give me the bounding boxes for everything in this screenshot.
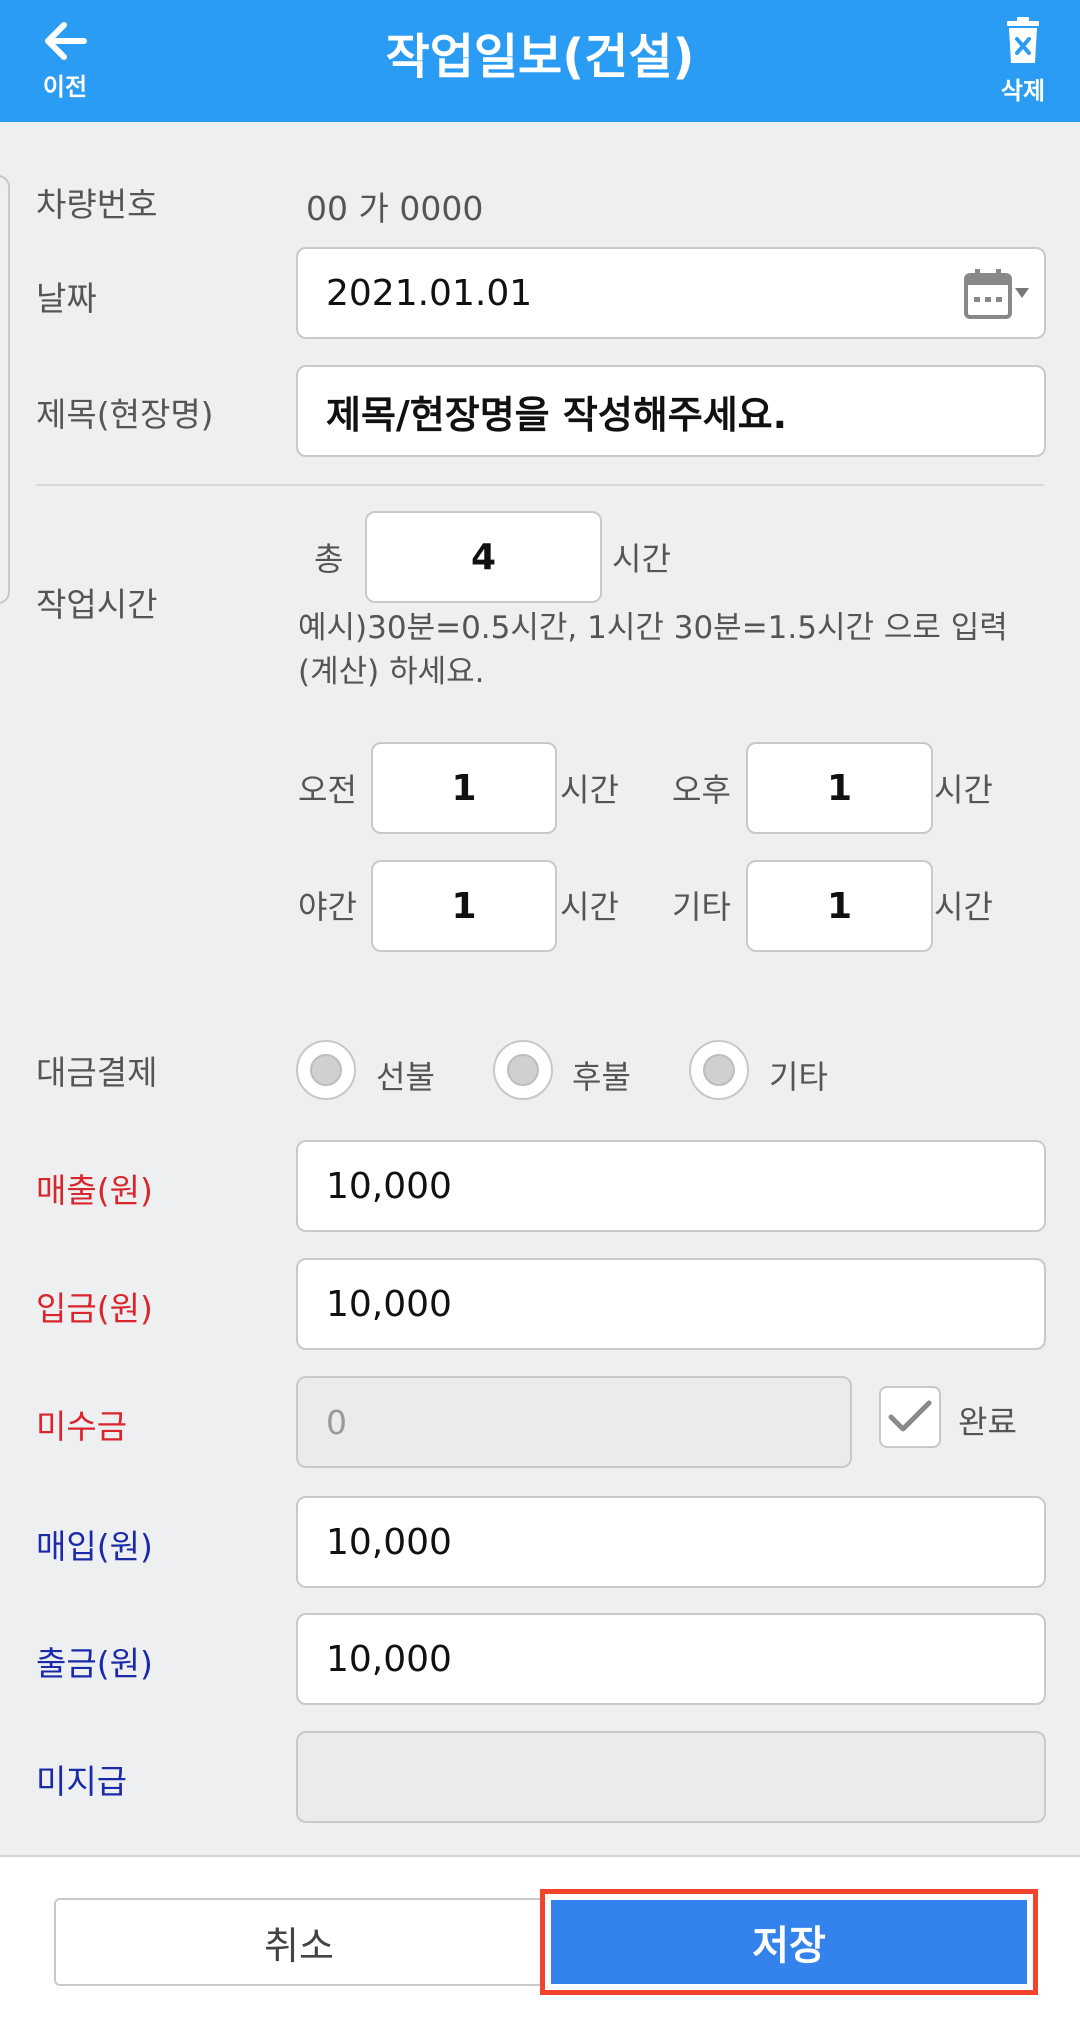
sales-value: 10,000 bbox=[326, 1165, 452, 1207]
radio-dot bbox=[703, 1054, 735, 1086]
complete-label[interactable]: 완료 bbox=[958, 1397, 1017, 1443]
total-prefix: 총 bbox=[314, 540, 344, 578]
title-input[interactable]: 제목/현장명을 작성해주세요. bbox=[296, 365, 1046, 457]
trash-icon bbox=[1007, 16, 1039, 63]
calendar-dropdown[interactable] bbox=[964, 267, 1030, 319]
total-unit: 시간 bbox=[612, 540, 671, 578]
etc-label: 기타 bbox=[672, 888, 731, 926]
deposit-value: 10,000 bbox=[326, 1283, 452, 1325]
other-label[interactable]: 기타 bbox=[769, 1052, 828, 1098]
pm-label: 오후 bbox=[672, 771, 731, 809]
save-button[interactable]: 저장 bbox=[551, 1900, 1027, 1984]
total-hours-input[interactable]: 4 bbox=[365, 511, 602, 603]
title-placeholder: 제목/현장명을 작성해주세요. bbox=[326, 392, 788, 437]
etc-hours-input[interactable]: 1 bbox=[746, 860, 933, 952]
am-hours-value: 1 bbox=[451, 767, 477, 809]
postpaid-label[interactable]: 후불 bbox=[572, 1052, 631, 1098]
page-title: 작업일보(건설) bbox=[385, 29, 695, 85]
complete-checkbox[interactable] bbox=[879, 1386, 941, 1448]
save-button-highlight: 저장 bbox=[540, 1889, 1038, 1995]
save-label: 저장 bbox=[752, 1923, 826, 1969]
payment-label: 대금결제 bbox=[36, 1053, 158, 1092]
am-hours-input[interactable]: 1 bbox=[371, 742, 557, 834]
am-unit: 시간 bbox=[560, 771, 619, 809]
vehicle-number: 00 가 0000 bbox=[306, 189, 484, 228]
section-divider bbox=[36, 484, 1044, 486]
night-unit: 시간 bbox=[560, 888, 619, 926]
title-label: 제목(현장명) bbox=[36, 395, 214, 434]
night-label: 야간 bbox=[298, 888, 357, 926]
unpaid-label: 미지급 bbox=[36, 1762, 128, 1801]
calendar-icon bbox=[964, 269, 1012, 319]
date-value: 2021.01.01 bbox=[326, 272, 533, 314]
purchase-value: 10,000 bbox=[326, 1521, 452, 1563]
cancel-button[interactable]: 취소 bbox=[54, 1898, 544, 1986]
radio-dot bbox=[507, 1054, 539, 1086]
checkmark-icon bbox=[888, 1400, 932, 1432]
chevron-down-icon bbox=[1015, 288, 1029, 298]
work-time-hint: 예시)30분=0.5시간, 1시간 30분=1.5시간 으로 입력(계산) 하세… bbox=[298, 610, 1008, 690]
etc-hours-value: 1 bbox=[826, 885, 853, 927]
deposit-input[interactable]: 10,000 bbox=[296, 1258, 1046, 1350]
night-hours-input[interactable]: 1 bbox=[371, 860, 557, 952]
withdrawal-input[interactable]: 10,000 bbox=[296, 1613, 1046, 1705]
purchase-label: 매입(원) bbox=[36, 1527, 153, 1566]
pm-hours-value: 1 bbox=[826, 767, 853, 809]
radio-prepaid[interactable] bbox=[296, 1040, 356, 1100]
unpaid-field bbox=[296, 1731, 1046, 1823]
radio-postpaid[interactable] bbox=[493, 1040, 553, 1100]
receivable-label: 미수금 bbox=[36, 1407, 128, 1446]
prepaid-label[interactable]: 선불 bbox=[376, 1052, 435, 1098]
date-field[interactable]: 2021.01.01 bbox=[296, 247, 1046, 339]
pm-unit: 시간 bbox=[934, 771, 993, 809]
deposit-label: 입금(원) bbox=[36, 1289, 153, 1328]
app-header: 이전 작업일보(건설) 삭제 bbox=[0, 0, 1080, 122]
total-hours-value: 4 bbox=[470, 536, 497, 578]
delete-button[interactable]: 삭제 bbox=[958, 0, 1080, 122]
date-label: 날짜 bbox=[36, 279, 97, 318]
side-panel-edge[interactable] bbox=[0, 175, 10, 604]
radio-dot bbox=[310, 1054, 342, 1086]
night-hours-value: 1 bbox=[451, 885, 477, 927]
am-label: 오전 bbox=[298, 771, 357, 809]
work-time-label: 작업시간 bbox=[36, 585, 158, 624]
delete-label: 삭제 bbox=[1000, 76, 1046, 105]
receivable-field: 0 bbox=[296, 1376, 852, 1468]
receivable-value: 0 bbox=[326, 1402, 347, 1442]
sales-input[interactable]: 10,000 bbox=[296, 1140, 1046, 1232]
vehicle-label: 차량번호 bbox=[36, 185, 158, 224]
withdrawal-value: 10,000 bbox=[326, 1638, 452, 1680]
pm-hours-input[interactable]: 1 bbox=[746, 742, 933, 834]
withdrawal-label: 출금(원) bbox=[36, 1644, 153, 1683]
sales-label: 매출(원) bbox=[36, 1171, 153, 1210]
cancel-label: 취소 bbox=[264, 1923, 334, 1968]
purchase-input[interactable]: 10,000 bbox=[296, 1496, 1046, 1588]
radio-other[interactable] bbox=[689, 1040, 749, 1100]
etc-unit: 시간 bbox=[934, 888, 993, 926]
